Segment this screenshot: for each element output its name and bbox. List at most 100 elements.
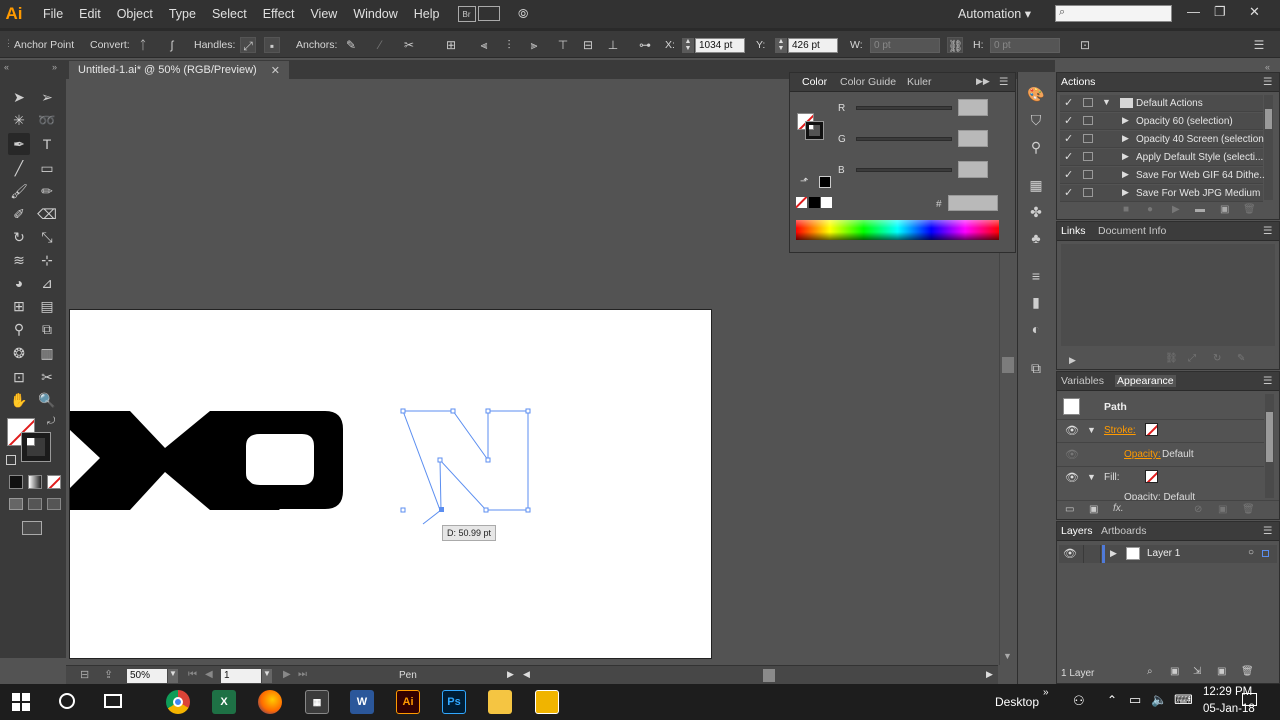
- zoom-tool-icon[interactable]: 🔍: [36, 389, 58, 411]
- layers-menu-icon[interactable]: ☰: [1263, 525, 1272, 537]
- line-tool-icon[interactable]: ╱: [8, 157, 30, 179]
- tab-appearance[interactable]: Appearance: [1115, 375, 1176, 387]
- first-artboard-icon[interactable]: ⏮: [188, 669, 197, 680]
- actions-menu-icon[interactable]: ☰: [1263, 76, 1272, 88]
- expand-icon[interactable]: ▼: [1102, 97, 1111, 107]
- links-menu-icon[interactable]: ☰: [1263, 225, 1272, 237]
- eyedropper-tool-icon[interactable]: ⚲: [8, 318, 30, 340]
- perspective-grid-tool-icon[interactable]: ⊿: [36, 272, 58, 294]
- menu-help[interactable]: Help: [406, 7, 448, 21]
- close-tab-icon[interactable]: ✕: [271, 64, 280, 77]
- dialog-toggle-icon[interactable]: [1083, 188, 1093, 197]
- stop-icon[interactable]: ■: [1123, 204, 1129, 215]
- color-guide-dock-icon[interactable]: ⚲: [1026, 137, 1046, 157]
- g-slider[interactable]: [856, 137, 952, 141]
- convert-corner-icon[interactable]: ᛏ: [135, 37, 151, 53]
- arrange-documents-icon[interactable]: [478, 6, 500, 21]
- artboard-dropdown-icon[interactable]: ▼: [262, 669, 272, 683]
- white-swatch[interactable]: [821, 197, 832, 208]
- paintbrush-tool-icon[interactable]: 🖌: [8, 180, 30, 202]
- graphic-styles-dock-icon[interactable]: ⧉: [1026, 358, 1046, 378]
- toggle-check-icon[interactable]: ✓: [1064, 150, 1073, 163]
- search-input[interactable]: ⌕: [1055, 5, 1172, 22]
- lasso-tool-icon[interactable]: ➿: [36, 109, 58, 131]
- g-value-field[interactable]: [958, 130, 988, 147]
- cortana-icon[interactable]: [59, 693, 75, 709]
- draw-normal-icon[interactable]: [9, 498, 23, 510]
- show-hidden-icons[interactable]: ⌃: [1107, 693, 1117, 707]
- layer-visibility-icon[interactable]: 👁: [1063, 547, 1077, 560]
- delete-item-icon[interactable]: 🗑: [1242, 504, 1255, 515]
- people-icon[interactable]: ⚇: [1073, 693, 1085, 709]
- tab-layers[interactable]: Layers: [1061, 525, 1093, 537]
- menu-view[interactable]: View: [302, 7, 345, 21]
- collapse-toolbox-close-icon[interactable]: »: [52, 62, 57, 72]
- task-view-icon[interactable]: [104, 694, 122, 708]
- desktop-toolbar-label[interactable]: Desktop: [995, 695, 1039, 709]
- dialog-toggle-icon[interactable]: [1083, 98, 1093, 107]
- locate-object-icon[interactable]: ⌕: [1147, 666, 1153, 677]
- y-stepper-icon[interactable]: ▲ ▼: [775, 38, 787, 53]
- none-mode-icon[interactable]: [47, 475, 61, 489]
- goto-link-icon[interactable]: ⤢: [1188, 353, 1196, 364]
- toggle-check-icon[interactable]: ✓: [1064, 168, 1073, 181]
- screen-mode-icon[interactable]: [22, 521, 42, 535]
- restore-button[interactable]: ❐: [1214, 4, 1226, 20]
- stroke-dock-icon[interactable]: ≡: [1026, 266, 1046, 286]
- action-item[interactable]: ✓ ▶ Apply Default Style (selecti...: [1060, 149, 1263, 166]
- excel-icon[interactable]: X: [212, 690, 236, 714]
- scale-tool-icon[interactable]: ⤡: [36, 226, 58, 248]
- align-center-icon[interactable]: ⫶: [501, 37, 517, 53]
- chrome-icon[interactable]: [166, 690, 190, 714]
- layer-row[interactable]: 👁 ▶ Layer 1 ○: [1059, 545, 1277, 563]
- scroll-down-icon[interactable]: ▼: [1003, 651, 1012, 661]
- mesh-tool-icon[interactable]: ⊞: [8, 295, 30, 317]
- stroke-label[interactable]: Stroke:: [1104, 425, 1136, 436]
- stroke-swatch[interactable]: [21, 432, 51, 462]
- cut-path-icon[interactable]: ✂: [401, 37, 417, 53]
- expand-icon[interactable]: ▶: [1122, 187, 1129, 198]
- stroke-opacity-label[interactable]: Opacity:: [1124, 449, 1161, 460]
- new-action-icon[interactable]: ▣: [1220, 204, 1229, 215]
- b-slider[interactable]: [856, 168, 952, 172]
- brushes-dock-icon[interactable]: ✤: [1026, 202, 1046, 222]
- actions-panel-collapse-icon[interactable]: «: [1265, 62, 1270, 72]
- start-button[interactable]: [12, 693, 30, 711]
- action-item[interactable]: ✓ ▶ Opacity 40 Screen (selection): [1060, 131, 1267, 148]
- gpu-icon[interactable]: ⦾: [518, 6, 528, 22]
- word-icon[interactable]: W: [350, 690, 374, 714]
- align-middle-icon[interactable]: ⊟: [580, 37, 596, 53]
- action-item[interactable]: ✓ ▶ Save For Web JPG Medium: [1060, 185, 1263, 202]
- blob-brush-tool-icon[interactable]: ✐: [8, 203, 30, 225]
- dialog-toggle-icon[interactable]: [1083, 134, 1093, 143]
- toggle-check-icon[interactable]: ✓: [1064, 114, 1073, 127]
- gradient-mode-icon[interactable]: [28, 475, 42, 489]
- clipping-mask-icon[interactable]: ▣: [1170, 666, 1179, 677]
- shape-builder-tool-icon[interactable]: ◕: [8, 272, 30, 294]
- isolate-icon[interactable]: ⊞: [443, 37, 459, 53]
- column-graph-tool-icon[interactable]: ▥: [36, 342, 58, 364]
- artboard-tool-icon[interactable]: ⊡: [8, 366, 30, 388]
- illustrator-icon[interactable]: Ai: [396, 690, 420, 714]
- tab-artboards[interactable]: Artboards: [1101, 525, 1147, 537]
- draw-behind-icon[interactable]: [28, 498, 42, 510]
- swap-fill-stroke-icon[interactable]: ⤾: [47, 416, 55, 427]
- layer-name[interactable]: Layer 1: [1147, 548, 1180, 559]
- fill-expand-icon[interactable]: ▼: [1087, 472, 1096, 482]
- draw-inside-icon[interactable]: [47, 498, 61, 510]
- slice-tool-icon[interactable]: ✂: [36, 366, 58, 388]
- bridge-button[interactable]: Br: [457, 6, 476, 22]
- status-share-icon[interactable]: ⇪: [104, 668, 113, 681]
- appearance-scrollbar[interactable]: [1265, 394, 1274, 498]
- dialog-toggle-icon[interactable]: [1083, 116, 1093, 125]
- clear-appearance-icon[interactable]: ⊘: [1194, 504, 1202, 515]
- network-icon[interactable]: ▭: [1129, 692, 1141, 708]
- action-folder-default[interactable]: ✓ ▼ Default Actions: [1060, 95, 1263, 112]
- add-effect-icon[interactable]: fx.: [1113, 503, 1124, 514]
- tab-links[interactable]: Links: [1061, 225, 1086, 237]
- document-tab[interactable]: Untitled-1.ai* @ 50% (RGB/Preview) ✕: [69, 60, 289, 79]
- fill-color-swatch[interactable]: [1145, 470, 1158, 483]
- hand-tool-icon[interactable]: ✋: [8, 389, 30, 411]
- constrain-proportions-icon[interactable]: ⛓: [947, 37, 963, 53]
- artwork[interactable]: [70, 310, 712, 659]
